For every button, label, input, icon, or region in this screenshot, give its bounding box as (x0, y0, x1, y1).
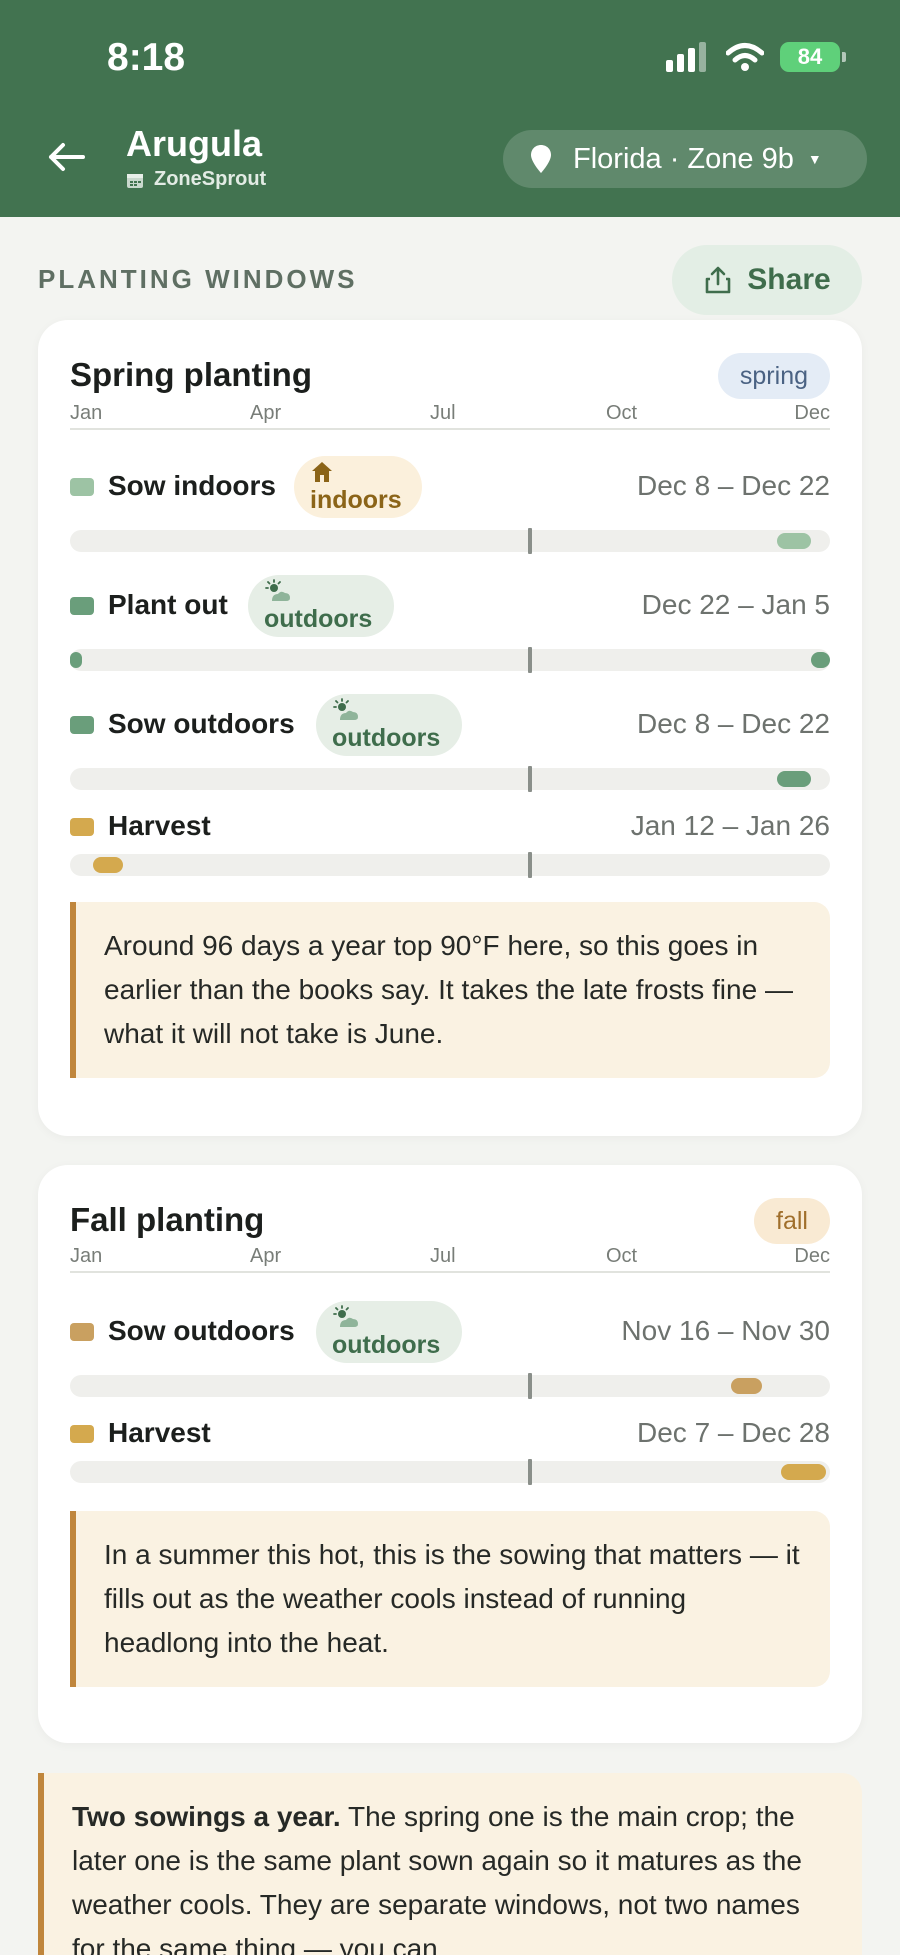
battery-icon: 84 (780, 42, 846, 72)
card-title: Spring planting (70, 356, 312, 393)
window-bar (92, 857, 124, 873)
month-label: Jul (430, 402, 456, 424)
month-label: Apr (250, 1245, 282, 1267)
info-note: Two sowings a year. The spring one is th… (38, 1773, 862, 1955)
sun-cloud-icon (265, 579, 290, 601)
today-marker (528, 852, 532, 878)
growing-note: In a summer this hot, this is the sowing… (70, 1511, 830, 1687)
outdoors-tag: outdoors (316, 1301, 462, 1363)
tag-label: outdoors (332, 1331, 441, 1359)
today-marker (528, 1459, 532, 1485)
sun-cloud-icon (333, 1305, 358, 1327)
tag-label: indoors (310, 486, 402, 514)
season-badge: spring (717, 353, 830, 399)
today-marker (528, 528, 532, 554)
info-note-heading: Two sowings a year. (72, 1801, 341, 1832)
today-marker (528, 647, 532, 673)
timeline-track (70, 852, 830, 878)
month-label: Jul (430, 1245, 456, 1267)
date-range: Nov 16 – Nov 30 (621, 1315, 830, 1346)
window-row-sow-outdoors[interactable]: Sow outdoors outdoors Nov 16 – Nov 30 (70, 1301, 830, 1399)
row-label: Sow indoors (108, 470, 276, 501)
tag-label: outdoors (264, 605, 373, 633)
date-range: Dec 8 – Dec 22 (637, 470, 830, 501)
month-label: Jan (70, 402, 103, 424)
date-range: Dec 7 – Dec 28 (637, 1417, 830, 1448)
legend-swatch (70, 1323, 94, 1341)
section-title: PLANTING WINDOWS (38, 264, 358, 294)
back-arrow-icon (49, 143, 85, 171)
today-marker (528, 766, 532, 792)
window-bar (731, 1378, 762, 1394)
spring-planting-card: Spring planting spring Jan Apr Jul Oct D… (38, 320, 862, 1136)
share-icon (705, 266, 731, 294)
timeline-track (70, 647, 830, 673)
window-bar (811, 652, 830, 668)
tag-label: outdoors (332, 724, 441, 752)
month-label: Oct (606, 1245, 638, 1267)
calendar-icon (127, 173, 143, 188)
app-subtitle: ZoneSprout (126, 168, 266, 191)
row-label: Plant out (108, 589, 228, 620)
date-range: Jan 12 – Jan 26 (630, 810, 830, 841)
title-block: Arugula ZoneSprout (126, 124, 266, 191)
window-row-sow-indoors[interactable]: Sow indoors indoors Dec 8 – Dec 22 (70, 456, 830, 554)
chevron-down-icon: ▼ (807, 151, 822, 167)
card-title: Fall planting (70, 1201, 265, 1238)
date-range: Dec 8 – Dec 22 (637, 708, 830, 739)
month-label: Apr (250, 402, 282, 424)
season-badge: fall (754, 1198, 830, 1244)
house-icon (312, 462, 332, 482)
battery-level: 84 (797, 44, 823, 69)
row-label: Harvest (108, 810, 211, 841)
growing-note: Around 96 days a year top 90°F here, so … (70, 902, 830, 1078)
indoors-tag: indoors (294, 456, 422, 518)
legend-swatch (70, 478, 94, 496)
row-label: Sow outdoors (108, 1315, 295, 1346)
legend-swatch (70, 818, 94, 836)
window-bar (70, 652, 82, 668)
window-row-plant-out[interactable]: Plant out outdoors Dec 22 – Jan 5 (70, 575, 830, 673)
legend-swatch (70, 597, 94, 615)
app-name: ZoneSprout (154, 168, 267, 190)
outdoors-tag: outdoors (316, 694, 462, 756)
date-range: Dec 22 – Jan 5 (641, 589, 830, 620)
today-marker (528, 1373, 532, 1399)
fall-planting-card: Fall planting fall Jan Apr Jul Oct Dec S… (38, 1165, 862, 1743)
wifi-icon (726, 43, 764, 71)
location-selector[interactable]: Florida · Zone 9b ▼ (503, 130, 867, 188)
status-icons: 84 (666, 42, 846, 72)
timeline-track (70, 1459, 830, 1485)
month-axis: Jan Apr Jul Oct Dec (70, 402, 830, 430)
app-header: 8:18 84 Arugula ZoneSprout Florida · Zon… (0, 0, 900, 217)
month-label: Jan (70, 1245, 103, 1267)
window-row-sow-outdoors[interactable]: Sow outdoors outdoors Dec 8 – Dec 22 (70, 694, 830, 792)
timeline-track (70, 528, 830, 554)
location-pin-icon (531, 145, 551, 173)
window-bar (776, 771, 811, 787)
sun-cloud-icon (333, 698, 358, 720)
outdoors-tag: outdoors (248, 575, 394, 637)
timeline-track (70, 1373, 830, 1399)
back-button[interactable] (44, 135, 88, 179)
page-title: Arugula (126, 123, 263, 164)
month-label: Dec (794, 402, 830, 424)
status-time: 8:18 (107, 36, 186, 79)
month-label: Oct (606, 402, 638, 424)
signal-icon (666, 42, 706, 72)
month-label: Dec (794, 1245, 830, 1267)
location-label: Florida · Zone 9b (573, 142, 794, 175)
share-label: Share (747, 263, 831, 296)
window-row-harvest[interactable]: Harvest Jan 12 – Jan 26 (70, 808, 830, 882)
legend-swatch (70, 716, 94, 734)
window-row-harvest[interactable]: Harvest Dec 7 – Dec 28 (70, 1415, 830, 1489)
row-label: Sow outdoors (108, 708, 295, 739)
window-bar (776, 533, 811, 549)
row-label: Harvest (108, 1417, 211, 1448)
month-axis: Jan Apr Jul Oct Dec (70, 1245, 830, 1273)
share-button[interactable]: Share (672, 245, 862, 315)
timeline-track (70, 766, 830, 792)
legend-swatch (70, 1425, 94, 1443)
window-bar (780, 1464, 827, 1480)
